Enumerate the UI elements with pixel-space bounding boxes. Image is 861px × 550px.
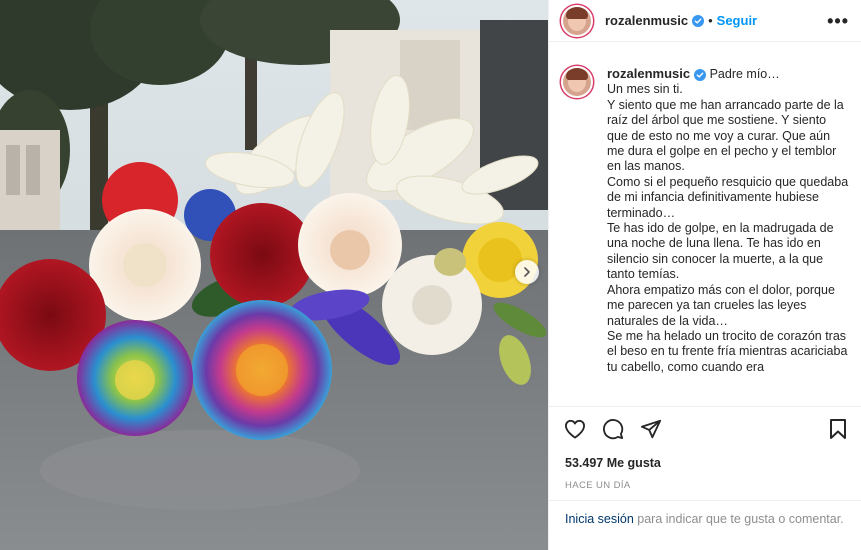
post-sidebar: rozalenmusic • Seguir ••• rozalenmusic P… xyxy=(548,0,861,550)
comment-bubble-icon xyxy=(603,418,624,439)
post-photo[interactable] xyxy=(0,0,548,550)
likes-count[interactable]: 53.497 Me gusta xyxy=(565,456,661,470)
login-prompt: Inicia sesión para indicar que te gusta … xyxy=(549,500,861,550)
verified-badge-icon xyxy=(694,68,707,81)
comment-button[interactable] xyxy=(601,417,625,441)
username-link[interactable]: rozalenmusic xyxy=(605,13,688,28)
caption-text: Un mes sin ti. Y siento que me han arran… xyxy=(607,82,849,374)
caption-first-line: Padre mío… xyxy=(709,67,780,81)
paper-plane-icon xyxy=(640,419,662,438)
verified-badge-icon xyxy=(692,14,705,27)
flowers-photo xyxy=(0,0,548,550)
caption-username-link[interactable]: rozalenmusic xyxy=(607,66,690,81)
next-photo-button[interactable] xyxy=(515,260,539,284)
share-button[interactable] xyxy=(639,417,663,441)
login-link[interactable]: Inicia sesión xyxy=(565,512,634,526)
post-header: rozalenmusic • Seguir ••• xyxy=(549,0,861,42)
like-button[interactable] xyxy=(563,417,587,441)
save-button[interactable] xyxy=(826,417,850,441)
heart-icon xyxy=(565,419,585,439)
bookmark-icon xyxy=(830,418,846,439)
follow-button[interactable]: Seguir xyxy=(717,13,757,28)
post-timestamp[interactable]: HACE UN DÍA xyxy=(565,480,631,491)
caption: rozalenmusic Padre mío… Un mes sin ti. Y… xyxy=(549,42,861,400)
caption-body: rozalenmusic Padre mío… Un mes sin ti. Y… xyxy=(607,66,849,400)
action-bar xyxy=(549,406,861,450)
more-options-button[interactable]: ••• xyxy=(827,12,849,30)
separator-dot: • xyxy=(708,13,713,28)
avatar[interactable] xyxy=(561,4,593,37)
chevron-right-icon xyxy=(524,267,530,277)
caption-avatar[interactable] xyxy=(561,66,593,98)
login-prompt-text: para indicar que te gusta o comentar. xyxy=(633,512,844,526)
